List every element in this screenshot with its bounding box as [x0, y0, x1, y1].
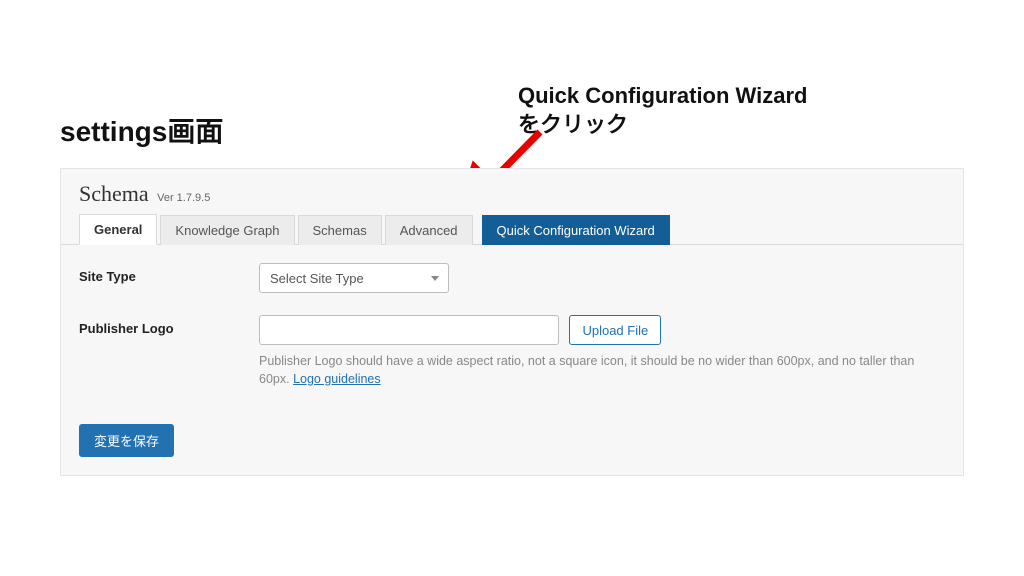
row-publisher-logo: Publisher Logo Upload File Publisher Log…: [79, 315, 945, 388]
callout-line-2: をクリック: [518, 112, 628, 137]
tab-schemas[interactable]: Schemas: [298, 215, 382, 245]
callout-line-1: Quick Configuration Wizard: [518, 83, 807, 108]
tab-general[interactable]: General: [79, 214, 157, 245]
settings-panel: Schema Ver 1.7.9.5 General Knowledge Gra…: [60, 168, 964, 476]
label-site-type: Site Type: [79, 263, 259, 284]
tabs-bar: General Knowledge Graph Schemas Advanced…: [61, 213, 963, 245]
panel-title: Schema: [79, 181, 149, 207]
publisher-logo-hint: Publisher Logo should have a wide aspect…: [259, 353, 945, 388]
panel-version: Ver 1.7.9.5: [157, 192, 210, 204]
save-button[interactable]: 変更を保存: [79, 424, 174, 457]
tab-quick-configuration-wizard[interactable]: Quick Configuration Wizard: [482, 215, 670, 245]
site-type-select[interactable]: Select Site Type: [259, 263, 449, 293]
logo-guidelines-link[interactable]: Logo guidelines: [293, 372, 381, 386]
annotation-title: settings画面: [60, 110, 223, 150]
tab-knowledge-graph[interactable]: Knowledge Graph: [160, 215, 294, 245]
label-publisher-logo: Publisher Logo: [79, 315, 259, 336]
panel-header: Schema Ver 1.7.9.5: [61, 169, 963, 207]
site-type-select-wrap: Select Site Type: [259, 263, 449, 293]
upload-file-button[interactable]: Upload File: [569, 315, 661, 345]
row-site-type: Site Type Select Site Type: [79, 263, 945, 293]
annotation-callout: Quick Configuration Wizard をクリック: [518, 82, 807, 139]
tab-advanced[interactable]: Advanced: [385, 215, 473, 245]
form-area: Site Type Select Site Type Publisher Log…: [61, 245, 963, 388]
publisher-logo-input[interactable]: [259, 315, 559, 345]
